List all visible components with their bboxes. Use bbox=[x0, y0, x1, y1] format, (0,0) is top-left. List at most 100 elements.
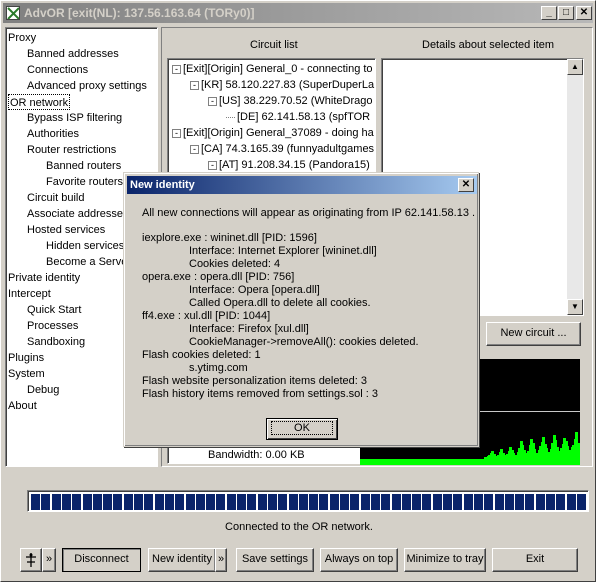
scroll-up-icon[interactable]: ▲ bbox=[567, 59, 583, 75]
progress-segment bbox=[525, 494, 535, 510]
progress-segment bbox=[422, 494, 432, 510]
circuit-row[interactable]: - [Exit][Origin] General_37089 - doing ha bbox=[172, 125, 374, 141]
sidebar-item-intercept[interactable]: Intercept bbox=[8, 286, 51, 302]
dialog-title-bar[interactable]: New identity ✕ bbox=[127, 176, 477, 194]
sidebar-item-or-network[interactable]: OR network bbox=[8, 94, 71, 110]
circuit-row-label: [KR] 58.120.227.83 (SuperDuperLa bbox=[201, 79, 375, 91]
always-on-top-button[interactable]: Always on top bbox=[320, 548, 398, 572]
ok-label: OK bbox=[271, 421, 333, 435]
circuit-row[interactable]: [DE] 62.141.58.13 (spfTOR bbox=[226, 109, 370, 125]
circuit-row[interactable]: - [KR] 58.120.227.83 (SuperDuperLa bbox=[190, 77, 374, 93]
details-header: Details about selected item bbox=[422, 39, 555, 51]
more-button-1[interactable]: » bbox=[42, 548, 56, 572]
progress-segment bbox=[463, 494, 473, 510]
sidebar-item-router-restrictions[interactable]: Router restrictions bbox=[27, 142, 116, 158]
sidebar-item-plugins[interactable]: Plugins bbox=[8, 350, 44, 366]
progress-segment bbox=[412, 494, 422, 510]
sidebar-item-private-identity[interactable]: Private identity bbox=[8, 270, 80, 286]
sidebar-item-bypass-isp-filtering[interactable]: Bypass ISP filtering bbox=[27, 110, 122, 126]
dialog-message-line: Interface: Firefox [xul.dll] bbox=[189, 323, 309, 335]
circuit-row[interactable]: - [US] 38.229.70.52 (WhiteDrago bbox=[208, 93, 372, 109]
sidebar-item-sandboxing[interactable]: Sandboxing bbox=[27, 334, 85, 350]
progress-segment bbox=[340, 494, 349, 510]
sidebar-item-become-a-server[interactable]: Become a Server bbox=[46, 254, 131, 270]
sidebar-item-system[interactable]: System bbox=[8, 366, 45, 382]
dialog-message-line: ff4.exe : xul.dll [PID: 1044] bbox=[142, 310, 271, 322]
network-icon-button[interactable] bbox=[20, 548, 42, 572]
circuit-row[interactable]: - [Exit][Origin] General_0 - connecting t… bbox=[172, 61, 373, 77]
sidebar-item-hosted-services[interactable]: Hosted services bbox=[27, 222, 105, 238]
circuit-row[interactable]: - [CA] 74.3.165.39 (funnyadultgames bbox=[190, 141, 374, 157]
progress-segment bbox=[257, 494, 267, 510]
dialog-message-line: opera.exe : opera.dll [PID: 756] bbox=[142, 271, 295, 283]
progress-segment bbox=[329, 494, 339, 510]
progress-segment bbox=[535, 494, 545, 510]
close-button[interactable]: ✕ bbox=[576, 6, 592, 20]
new-identity-dialog: New identity ✕ All new connections will … bbox=[123, 172, 479, 447]
ok-button[interactable]: OK bbox=[266, 418, 338, 440]
progress-segment bbox=[31, 494, 40, 510]
status-text: Connected to the OR network. bbox=[225, 521, 373, 533]
maximize-button[interactable]: □ bbox=[558, 6, 574, 20]
tree-collapse-icon[interactable]: - bbox=[172, 64, 181, 74]
circuit-row[interactable]: - [AT] 91.208.34.15 (Pandora15) bbox=[208, 157, 370, 173]
tree-collapse-icon[interactable]: - bbox=[190, 144, 199, 154]
progress-segment bbox=[494, 494, 504, 510]
sidebar-item-quick-start[interactable]: Quick Start bbox=[27, 302, 81, 318]
progress-segment bbox=[206, 494, 216, 510]
new-circuit-button[interactable]: New circuit ... bbox=[486, 322, 581, 346]
save-settings-button[interactable]: Save settings bbox=[236, 548, 314, 572]
sidebar-item-associate-addresses[interactable]: Associate addresses bbox=[27, 206, 129, 222]
new-identity-button[interactable]: New identity bbox=[148, 548, 216, 572]
progress-segment bbox=[360, 494, 370, 510]
sidebar-item-circuit-build[interactable]: Circuit build bbox=[27, 190, 84, 206]
progress-segment bbox=[309, 494, 319, 510]
progress-segment bbox=[185, 494, 195, 510]
sidebar-item-authorities[interactable]: Authorities bbox=[27, 126, 79, 142]
circuit-row-label: [CA] 74.3.165.39 (funnyadultgames bbox=[201, 143, 375, 155]
progress-segment bbox=[237, 494, 246, 510]
tree-collapse-icon[interactable]: - bbox=[208, 96, 217, 106]
progress-segment bbox=[484, 494, 494, 510]
progress-segment bbox=[134, 494, 143, 510]
more-button-2[interactable]: » bbox=[215, 548, 227, 572]
exit-button[interactable]: Exit bbox=[492, 548, 578, 572]
progress-segment bbox=[216, 494, 226, 510]
progress-segment bbox=[453, 494, 463, 510]
tree-collapse-icon[interactable]: - bbox=[208, 160, 217, 170]
sidebar-item-debug[interactable]: Debug bbox=[27, 382, 59, 398]
details-scrollbar[interactable]: ▲ ▼ bbox=[567, 59, 583, 315]
title-bar[interactable]: AdvOR [exit(NL): 137.56.163.64 (TORy0)] … bbox=[3, 3, 593, 23]
progress-segment bbox=[566, 494, 576, 510]
progress-segment bbox=[82, 494, 92, 510]
dialog-message-line: Flash history items removed from setting… bbox=[142, 388, 378, 400]
dialog-close-button[interactable]: ✕ bbox=[458, 178, 474, 192]
progress-segment bbox=[72, 494, 82, 510]
progress-segment bbox=[443, 494, 452, 510]
connection-progress-bar bbox=[27, 490, 589, 512]
sidebar-item-processes[interactable]: Processes bbox=[27, 318, 78, 334]
progress-segment bbox=[51, 494, 61, 510]
sidebar-item-proxy[interactable]: Proxy bbox=[8, 30, 36, 46]
progress-segment bbox=[226, 494, 236, 510]
sidebar-item-hidden-services[interactable]: Hidden services bbox=[46, 238, 124, 254]
sidebar-item-advanced-proxy-settings[interactable]: Advanced proxy settings bbox=[27, 78, 147, 94]
dialog-message-line: All new connections will appear as origi… bbox=[142, 207, 476, 219]
sidebar-item-about[interactable]: About bbox=[8, 398, 37, 414]
progress-segment bbox=[278, 494, 288, 510]
sidebar-item-banned-addresses[interactable]: Banned addresses bbox=[27, 46, 119, 62]
tree-collapse-icon[interactable]: - bbox=[190, 80, 199, 90]
minimize-button[interactable]: _ bbox=[541, 6, 557, 20]
sidebar-item-connections[interactable]: Connections bbox=[27, 62, 88, 78]
tree-collapse-icon[interactable]: - bbox=[172, 128, 181, 138]
progress-segment bbox=[288, 494, 298, 510]
dialog-title: New identity bbox=[130, 179, 195, 191]
disconnect-button[interactable]: Disconnect bbox=[62, 548, 141, 572]
sidebar-item-favorite-routers[interactable]: Favorite routers bbox=[46, 174, 123, 190]
progress-segment bbox=[319, 494, 329, 510]
dialog-message-line: CookieManager->removeAll(): cookies dele… bbox=[189, 336, 419, 348]
scroll-down-icon[interactable]: ▼ bbox=[567, 299, 583, 315]
minimize-to-tray-button[interactable]: Minimize to tray bbox=[404, 548, 486, 572]
sidebar-item-banned-routers[interactable]: Banned routers bbox=[46, 158, 121, 174]
progress-segment bbox=[144, 494, 154, 510]
